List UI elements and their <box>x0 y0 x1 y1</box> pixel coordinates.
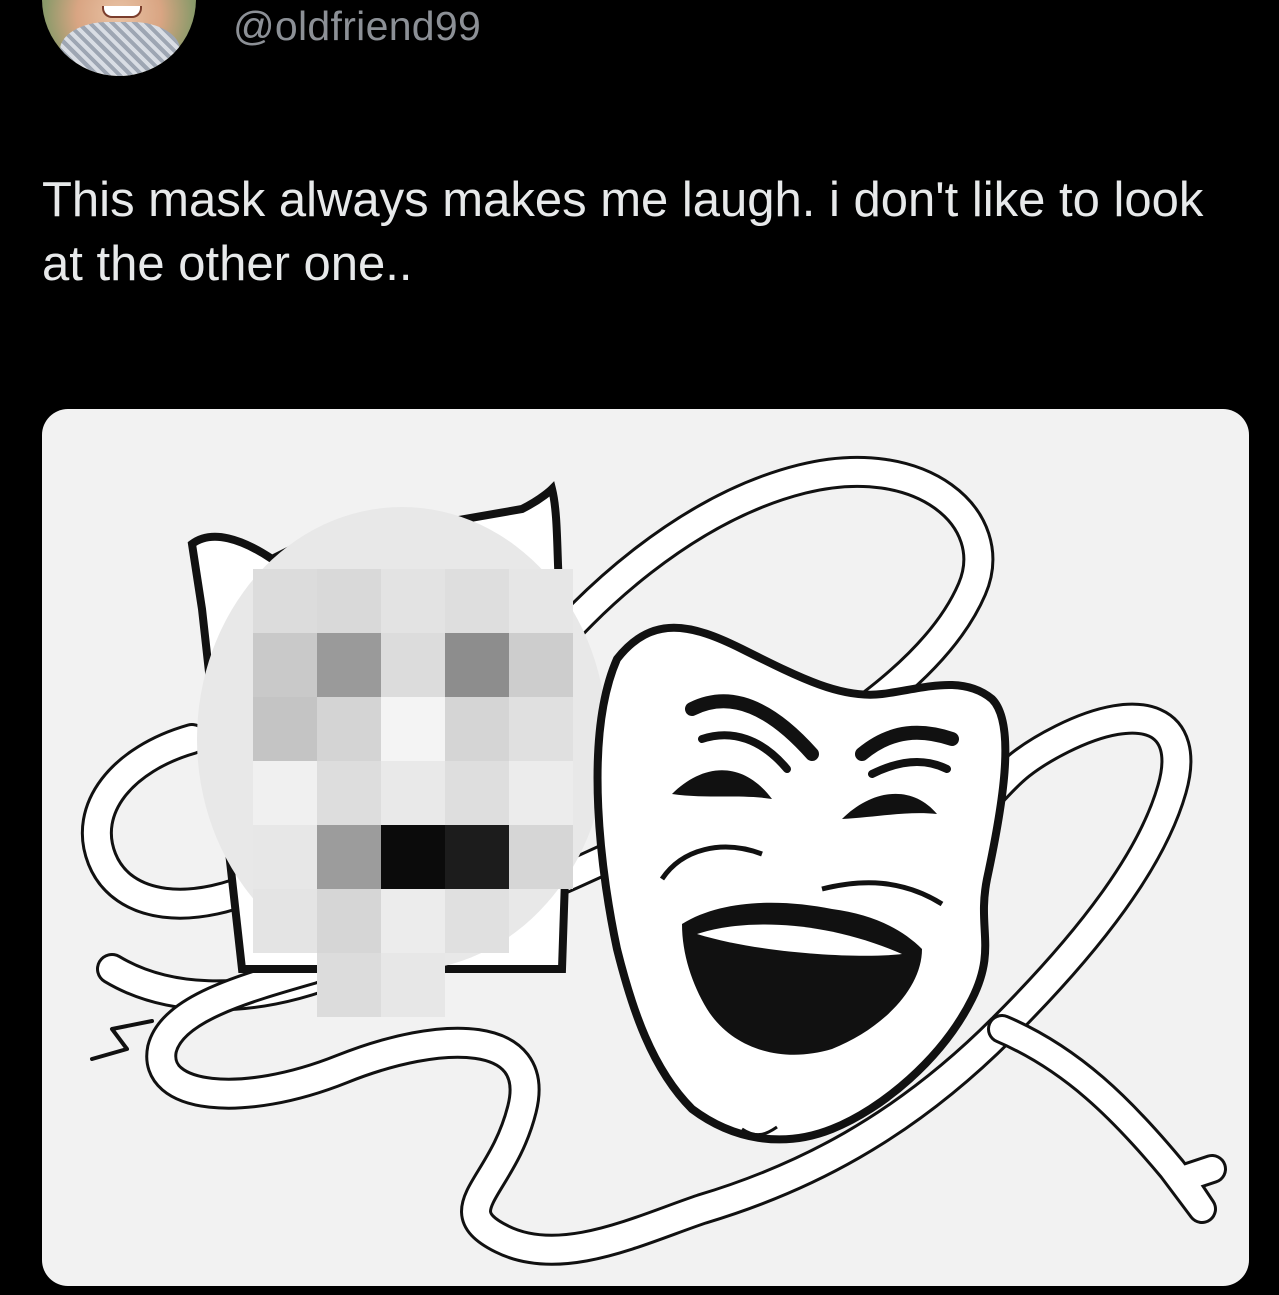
user-handle[interactable]: @oldfriend99 <box>233 2 481 50</box>
theater-masks-illustration <box>81 455 1227 1266</box>
left-mask <box>187 481 607 1017</box>
avatar-smile <box>102 6 142 18</box>
avatar[interactable] <box>42 0 196 76</box>
tweet-page: @oldfriend99 This mask always makes me l… <box>0 0 1279 1295</box>
tweet-text: This mask always makes me laugh. i don't… <box>42 173 1204 291</box>
avatar-collar <box>60 22 180 76</box>
media-image[interactable] <box>42 409 1249 1286</box>
